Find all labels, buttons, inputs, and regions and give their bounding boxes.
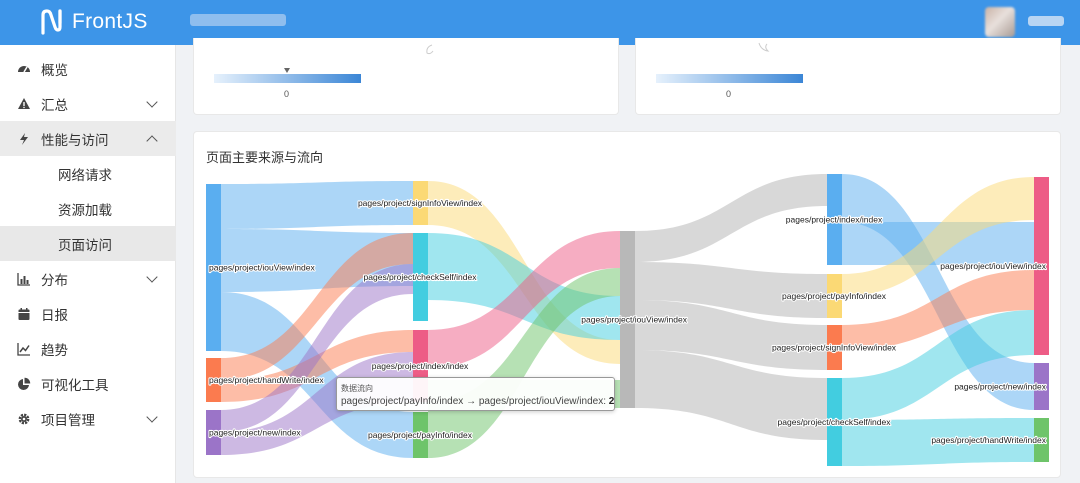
sankey-node-label: pages/project/iouView/index [209, 263, 315, 273]
sankey-node-label: pages/project/new/index [954, 382, 1046, 392]
tooltip-arrow: → [466, 396, 477, 407]
sankey-node-label: pages/project/signInfoView/index [772, 343, 897, 353]
sankey-node-label: pages/project/payInfo/index [782, 291, 887, 301]
sankey-node-label: pages/project/index/index [786, 215, 883, 225]
tooltip-source: pages/project/payInfo/index [341, 396, 464, 407]
sankey-node-label: pages/project/handWrite/index [931, 435, 1046, 445]
sankey-node-label: pages/project/index/index [372, 361, 469, 371]
sankey-node-label: pages/project/new/index [209, 428, 301, 438]
sankey-node-label: pages/project/payInfo/index [368, 430, 473, 440]
sankey-node-label: pages/project/iouView/index [581, 315, 687, 325]
tooltip-title: 数据流向 [341, 384, 373, 393]
tooltip-body: pages/project/payInfo/index → pages/proj… [341, 396, 615, 407]
sankey-node-label: pages/project/checkSelf/index [364, 272, 478, 282]
sankey-node-label: pages/project/checkSelf/index [778, 417, 892, 427]
sankey-node-label: pages/project/handWrite/index [209, 375, 324, 385]
tooltip-target: pages/project/iouView/index [478, 396, 604, 407]
sankey-node-label: pages/project/iouView/index [940, 261, 1046, 271]
sankey-tooltip: 数据流向 pages/project/payInfo/index → pages… [336, 377, 615, 411]
sankey-node-label: pages/project/signInfoView/index [358, 198, 483, 208]
tooltip-value: 2 [608, 396, 615, 407]
